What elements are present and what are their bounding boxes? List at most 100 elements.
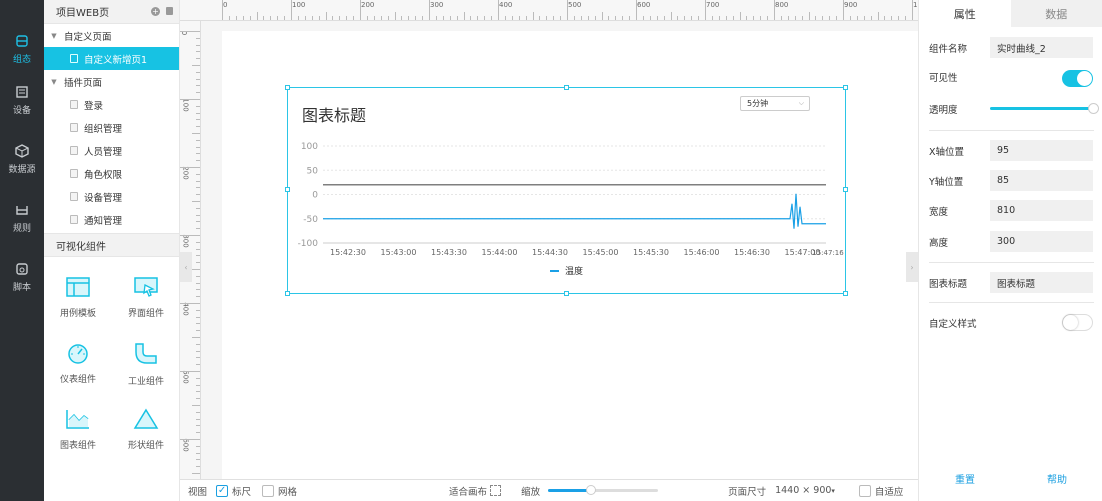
realtime-chart-widget[interactable]: 图表标题 5分钟 ⌵ 100 50 0 -50 -100 15:42:30 15:43:00… — [287, 87, 846, 294]
ruler-tick — [196, 296, 200, 298]
tree-item-login[interactable]: 登录 — [44, 93, 179, 116]
ruler-tick — [196, 207, 200, 209]
checkbox-icon[interactable] — [858, 484, 871, 497]
collapse-left-icon[interactable]: ‹ — [180, 252, 192, 282]
reset-button[interactable]: 重置 — [919, 471, 1011, 486]
y-position-field[interactable]: 85 — [990, 170, 1093, 191]
ruler-tick — [663, 16, 665, 20]
ruler-tick — [373, 16, 375, 20]
fit-canvas-button[interactable]: 适合画布 — [449, 484, 502, 498]
tree-group-plugin-pages[interactable]: ▼ 插件页面 — [44, 70, 179, 93]
collapse-right-icon[interactable]: › — [906, 252, 918, 282]
component-shape[interactable]: 形状组件 — [112, 408, 180, 451]
zoom-slider[interactable] — [548, 485, 659, 495]
ruler-tick — [180, 235, 200, 236]
tree-item-custom-page-1[interactable]: 自定义新增页1 — [44, 47, 179, 70]
ruler-tick — [196, 411, 200, 413]
delete-icon[interactable] — [166, 7, 173, 15]
ruler-toggle[interactable]: ✓ 标尺 — [216, 484, 251, 498]
height-field[interactable]: 300 — [990, 231, 1093, 252]
divider — [929, 130, 1094, 131]
component-chart[interactable]: 图表组件 — [44, 408, 112, 451]
zoom-slider-handle[interactable] — [586, 485, 597, 495]
prop-label: 可见性 — [929, 73, 958, 84]
ruler-tick — [304, 16, 306, 20]
ruler-tick — [415, 16, 417, 20]
width-field[interactable]: 810 — [990, 200, 1093, 221]
caret-down-icon: ▾ — [831, 487, 835, 495]
components-title: 可视化组件 — [56, 241, 106, 253]
visibility-toggle[interactable] — [1062, 70, 1093, 87]
tree-group-label: 插件页面 — [64, 77, 103, 89]
tab-attributes[interactable]: 属性 — [919, 0, 1011, 27]
component-industrial[interactable]: 工业组件 — [112, 342, 180, 387]
checkbox-icon[interactable] — [262, 484, 275, 497]
resize-handle-nw[interactable] — [285, 85, 290, 90]
custom-style-toggle[interactable] — [1062, 314, 1093, 331]
nav-item-datasource[interactable]: 数据源 — [0, 134, 44, 184]
adaptive-toggle[interactable]: 自适应 — [858, 484, 903, 498]
resize-handle-n[interactable] — [564, 85, 569, 90]
ruler-tick — [622, 16, 624, 20]
component-name-field[interactable]: 实时曲线_2 — [990, 37, 1093, 58]
layers-icon — [16, 34, 28, 47]
bottom-toolbar: 视图 ✓ 标尺 网格 适合画布 缩放 页面尺寸 1440 × 900▾ 自适应 — [180, 479, 918, 501]
tree-item-notify[interactable]: 通知管理 — [44, 208, 179, 231]
nav-item-script[interactable]: 脚本 — [0, 252, 44, 302]
nav-item-rules[interactable]: 规则 — [0, 193, 44, 243]
ruler-tick — [242, 16, 244, 20]
tree-item-people[interactable]: 人员管理 — [44, 139, 179, 162]
tree-group-custom-pages[interactable]: ▼ 自定义页面 — [44, 24, 179, 47]
component-template[interactable]: 用例模板 — [44, 276, 112, 319]
ruler-tick — [196, 289, 200, 291]
ruler-tick — [196, 105, 200, 107]
opacity-slider-handle[interactable] — [1088, 103, 1099, 114]
resize-handle-sw[interactable] — [285, 291, 290, 296]
chart-title-field[interactable]: 图表标题 — [990, 272, 1093, 293]
grid-toggle-label: 网格 — [278, 486, 298, 498]
grid-toggle[interactable]: 网格 — [262, 484, 297, 498]
resize-handle-w[interactable] — [285, 187, 290, 192]
ruler-tick — [196, 255, 200, 257]
prop-row-x: X轴位置 95 — [929, 140, 1094, 161]
ruler-tick — [277, 16, 279, 20]
ruler-tick — [249, 16, 251, 20]
nav-item-device[interactable]: 设备 — [0, 75, 44, 125]
ruler-top-label: 900 — [844, 1, 858, 9]
page-size-select[interactable]: 1440 × 900▾ — [775, 485, 835, 496]
ruler-tick — [196, 248, 200, 250]
nav-item-configuration[interactable]: 组态 — [0, 24, 44, 74]
chart-legend[interactable]: 温度 — [550, 264, 583, 277]
ruler-tick — [898, 16, 900, 20]
nav-label: 设备 — [12, 105, 31, 116]
ruler-tick — [196, 187, 200, 189]
component-ui[interactable]: 界面组件 — [112, 276, 180, 319]
checkbox-checked-icon[interactable]: ✓ — [216, 484, 229, 497]
help-button[interactable]: 帮助 — [1011, 471, 1102, 486]
prop-label: X轴位置 — [929, 146, 965, 158]
ruler-tick — [196, 78, 200, 80]
resize-handle-se[interactable] — [843, 291, 848, 296]
resize-handle-ne[interactable] — [843, 85, 848, 90]
page-icon — [70, 123, 78, 132]
page-size-label: 页面尺寸 — [728, 486, 767, 498]
x-position-field[interactable]: 95 — [990, 140, 1093, 161]
tree-item-devices[interactable]: 设备管理 — [44, 185, 179, 208]
device-icon — [16, 85, 28, 98]
page-icon — [70, 146, 78, 155]
resize-handle-e[interactable] — [843, 187, 848, 192]
component-gauge[interactable]: 仪表组件 — [44, 342, 112, 385]
opacity-slider[interactable] — [990, 103, 1099, 114]
tree-item-label: 角色权限 — [84, 169, 123, 181]
ruler-tick — [849, 16, 851, 20]
tree-item-org[interactable]: 组织管理 — [44, 116, 179, 139]
prop-row-width: 宽度 810 — [929, 200, 1094, 221]
ruler-tick — [843, 0, 844, 20]
ruler-tick — [401, 16, 403, 20]
component-label: 界面组件 — [127, 309, 164, 319]
resize-handle-s[interactable] — [564, 291, 569, 296]
tree-item-roles[interactable]: 角色权限 — [44, 162, 179, 185]
prop-row-chart-title: 图表标题 图表标题 — [929, 272, 1094, 293]
tab-data[interactable]: 数据 — [1010, 0, 1102, 27]
add-icon[interactable]: + — [151, 7, 160, 16]
